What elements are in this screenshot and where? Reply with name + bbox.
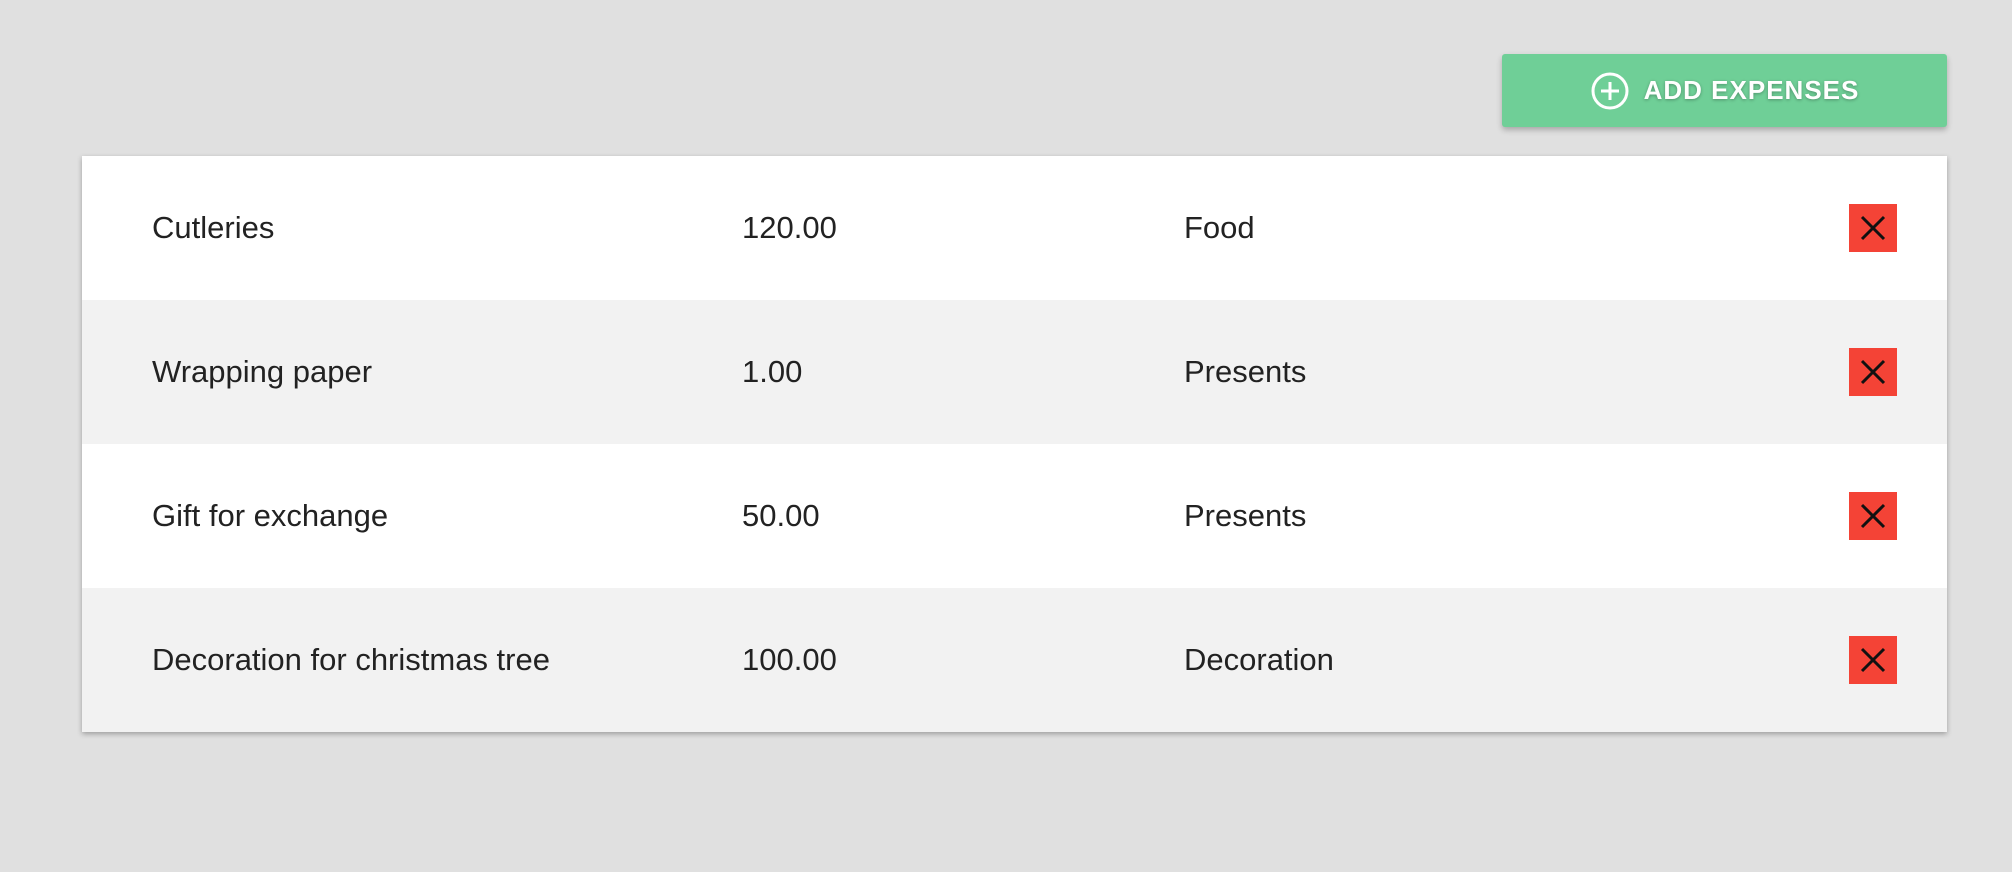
table-row: Cutleries 120.00 Food bbox=[82, 156, 1947, 300]
close-icon bbox=[1860, 359, 1886, 385]
table-row: Decoration for christmas tree 100.00 Dec… bbox=[82, 588, 1947, 732]
add-expenses-button[interactable]: ADD EXPENSES bbox=[1502, 54, 1947, 127]
close-icon bbox=[1860, 215, 1886, 241]
table-row: Gift for exchange 50.00 Presents bbox=[82, 444, 1947, 588]
expense-amount: 100.00 bbox=[742, 642, 837, 677]
expense-category: Presents bbox=[1184, 498, 1307, 533]
table-row: Wrapping paper 1.00 Presents bbox=[82, 300, 1947, 444]
close-icon bbox=[1860, 503, 1886, 529]
delete-expense-button[interactable] bbox=[1849, 204, 1897, 252]
add-expenses-label: ADD EXPENSES bbox=[1643, 75, 1860, 105]
expense-category: Decoration bbox=[1184, 642, 1334, 677]
expense-description: Wrapping paper bbox=[152, 354, 373, 389]
delete-expense-button[interactable] bbox=[1849, 492, 1897, 540]
expense-description: Cutleries bbox=[152, 210, 275, 245]
expense-category: Presents bbox=[1184, 354, 1307, 389]
expense-category: Food bbox=[1184, 210, 1255, 245]
expense-description: Decoration for christmas tree bbox=[152, 642, 550, 677]
expense-amount: 50.00 bbox=[742, 498, 820, 533]
expense-description: Gift for exchange bbox=[152, 498, 389, 533]
expense-amount: 120.00 bbox=[742, 210, 837, 245]
delete-expense-button[interactable] bbox=[1849, 348, 1897, 396]
page: ADD EXPENSES Cutleries 120.00 Food Wrapp… bbox=[0, 0, 2012, 872]
close-icon bbox=[1860, 647, 1886, 673]
delete-expense-button[interactable] bbox=[1849, 636, 1897, 684]
expenses-table: Cutleries 120.00 Food Wrapping paper 1.0… bbox=[82, 156, 1947, 732]
plus-circle-icon bbox=[1590, 71, 1630, 111]
expense-amount: 1.00 bbox=[742, 354, 803, 389]
